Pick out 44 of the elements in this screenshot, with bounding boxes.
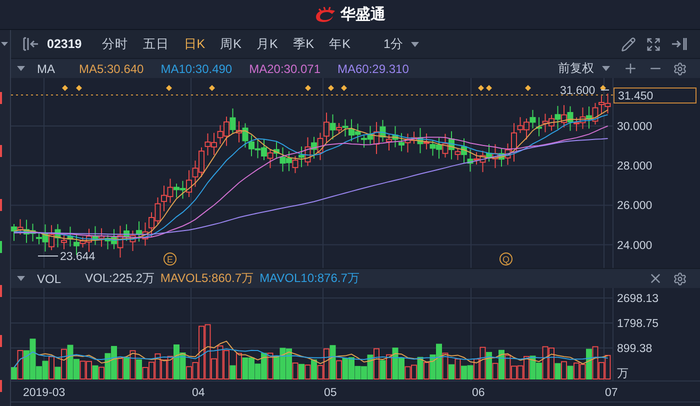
- event-badge: Q: [500, 252, 512, 266]
- low-price-label: 23.644: [60, 251, 96, 263]
- indicator-name: VOL: [37, 272, 62, 286]
- date-label: 07: [605, 387, 618, 399]
- period-tab[interactable]: 周K: [214, 36, 248, 52]
- date-label: 05: [324, 387, 337, 399]
- date-label: 2019-03: [23, 387, 66, 399]
- logo-icon: [314, 6, 336, 22]
- indicator-value: MA20:30.071: [249, 62, 320, 76]
- adjustment-dropdown[interactable]: 前复权: [558, 60, 610, 77]
- period-tab[interactable]: 季K: [286, 36, 320, 52]
- collapse-caret-icon: [17, 66, 25, 71]
- axis-label: 30.000: [617, 121, 652, 133]
- indicator-name: MA: [37, 62, 55, 76]
- collapse-panel-icon[interactable]: [23, 37, 39, 51]
- stock-code: 02319: [47, 37, 82, 51]
- current-price-tag: 31.450: [614, 88, 696, 104]
- indicator-value: MA10:30.490: [160, 62, 232, 76]
- period-tab[interactable]: 月K: [250, 36, 284, 52]
- event-badge: E: [164, 252, 176, 266]
- indicator-value: MA5:30.640: [79, 62, 144, 76]
- period-tab[interactable]: 五日: [136, 36, 175, 52]
- caret-icon: [411, 42, 420, 46]
- interval-dropdown[interactable]: 1分: [383, 36, 420, 52]
- period-tab[interactable]: 分时: [96, 36, 134, 52]
- date-label: 06: [472, 387, 485, 399]
- axis-label: 28.000: [617, 160, 652, 173]
- caret-icon: [602, 66, 610, 71]
- indicator-value: MAVOL5:860.7万: [160, 270, 254, 287]
- date-label: 04: [192, 387, 205, 399]
- high-price-label: 31.600: [560, 85, 596, 97]
- indicator-value: MAVOL10:876.7万: [260, 270, 360, 287]
- unit-label: 万: [617, 368, 629, 380]
- app-title: 华盛通: [340, 5, 386, 24]
- period-tab[interactable]: 日K: [178, 36, 212, 52]
- collapse-caret-icon: [17, 276, 25, 281]
- period-tab[interactable]: 年K: [323, 36, 356, 52]
- indicator-value: MA60:29.310: [338, 62, 409, 76]
- axis-label: 26.000: [617, 200, 652, 212]
- axis-label: 1798.75: [617, 318, 659, 330]
- axis-label: 2698.13: [617, 293, 659, 305]
- axis-label: 24.000: [617, 240, 652, 252]
- axis-label: 899.38: [617, 343, 652, 355]
- indicator-value: VOL:225.2万: [85, 270, 154, 287]
